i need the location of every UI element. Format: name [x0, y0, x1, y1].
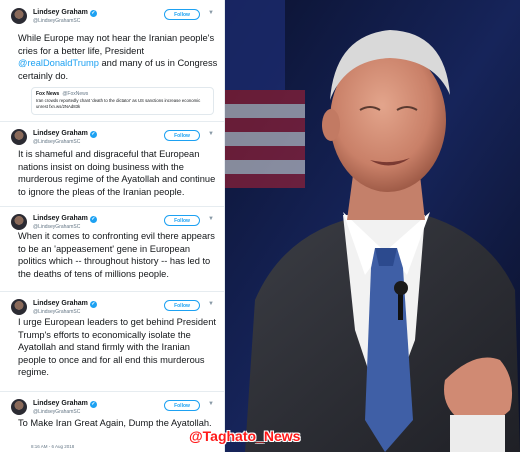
author-name-text: Lindsey Graham: [33, 400, 88, 407]
tweet[interactable]: Lindsey Graham ✓ @LindseyGrahamSC Follow …: [0, 291, 224, 392]
quoted-tweet-author: Fox News @FoxNews: [36, 91, 88, 97]
tweet-author-handle[interactable]: @LindseyGrahamSC: [33, 409, 80, 415]
follow-button[interactable]: Follow: [164, 9, 200, 20]
verified-badge-icon: ✓: [89, 401, 97, 408]
follow-button[interactable]: Follow: [164, 215, 200, 226]
tweet-timestamp[interactable]: 8:16 AM - 6 Aug 2018: [31, 444, 74, 449]
speaker-photo-illustration: [225, 0, 520, 452]
tweet[interactable]: Lindsey Graham ✓ @LindseyGrahamSC Follow …: [0, 206, 224, 292]
speaker-photo: [225, 0, 520, 452]
quoted-author-handle: @FoxNews: [62, 91, 89, 97]
tweet-author-name[interactable]: Lindsey Graham ✓: [33, 300, 97, 308]
tweet-text: I urge European leaders to get behind Pr…: [18, 317, 216, 378]
avatar[interactable]: [11, 214, 27, 230]
tweet[interactable]: Lindsey Graham ✓ @LindseyGrahamSC Follow …: [0, 0, 224, 122]
tweet-text: When it comes to confronting evil there …: [18, 231, 215, 279]
tweet[interactable]: Lindsey Graham ✓ @LindseyGrahamSC Follow …: [0, 121, 224, 207]
watermark: @Taghato_News: [189, 428, 301, 444]
quoted-author-name: Fox News: [36, 91, 60, 97]
tweet-author-name[interactable]: Lindsey Graham ✓: [33, 400, 97, 408]
tweet-text: To Make Iran Great Again, Dump the Ayato…: [18, 418, 212, 428]
verified-badge-icon: ✓: [89, 216, 97, 223]
tweet-author-handle[interactable]: @LindseyGrahamSC: [33, 139, 80, 145]
avatar[interactable]: [11, 8, 27, 24]
avatar[interactable]: [11, 129, 27, 145]
author-name-text: Lindsey Graham: [33, 130, 88, 137]
author-name-text: Lindsey Graham: [33, 215, 88, 222]
quoted-tweet[interactable]: Fox News @FoxNews Iran crowds reportedly …: [31, 87, 214, 115]
quoted-tweet-text: Iran crowds reportedly chant 'death to t…: [36, 98, 201, 109]
chevron-down-icon[interactable]: ▼: [208, 10, 214, 16]
chevron-down-icon[interactable]: ▼: [208, 401, 214, 407]
tweet-author-name[interactable]: Lindsey Graham ✓: [33, 130, 97, 138]
avatar[interactable]: [11, 299, 27, 315]
verified-badge-icon: ✓: [89, 301, 97, 308]
chevron-down-icon[interactable]: ▼: [208, 131, 214, 137]
verified-badge-icon: ✓: [89, 131, 97, 138]
follow-button[interactable]: Follow: [164, 130, 200, 141]
tweet-author-name[interactable]: Lindsey Graham ✓: [33, 215, 97, 223]
avatar[interactable]: [11, 399, 27, 415]
tweet-author-handle[interactable]: @LindseyGrahamSC: [33, 309, 80, 315]
tweet-author-handle[interactable]: @LindseyGrahamSC: [33, 18, 80, 24]
author-name-text: Lindsey Graham: [33, 300, 88, 307]
tweet-text: It is shameful and disgraceful that Euro…: [18, 149, 216, 197]
tweet-thread: Lindsey Graham ✓ @LindseyGrahamSC Follow …: [0, 0, 225, 452]
author-name-text: Lindsey Graham: [33, 9, 88, 16]
chevron-down-icon[interactable]: ▼: [208, 301, 214, 307]
mention-link[interactable]: @realDonaldTrump: [18, 58, 99, 68]
tweet-author-name[interactable]: Lindsey Graham ✓: [33, 9, 97, 17]
follow-button[interactable]: Follow: [164, 300, 200, 311]
chevron-down-icon[interactable]: ▼: [208, 216, 214, 222]
tweet-text-part: While Europe may not hear the Iranian pe…: [18, 33, 215, 56]
verified-badge-icon: ✓: [89, 10, 97, 17]
tweet-text: While Europe may not hear the Iranian pe…: [18, 32, 218, 82]
follow-button[interactable]: Follow: [164, 400, 200, 411]
